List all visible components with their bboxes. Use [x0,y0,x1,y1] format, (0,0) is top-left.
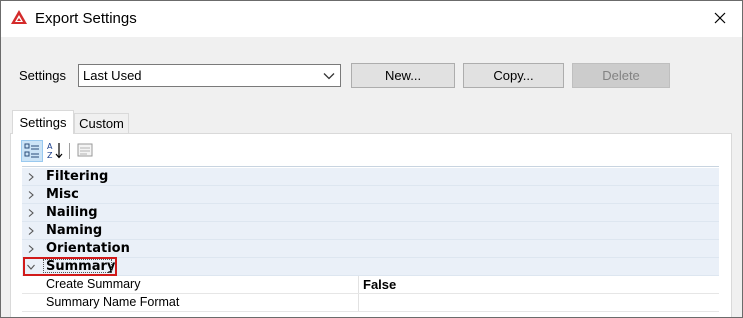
svg-text:Z: Z [47,151,53,160]
title-bar: Export Settings [1,1,742,37]
property-pages-icon [77,143,93,157]
chevron-right-icon[interactable] [26,244,36,254]
categorized-view-icon [24,143,39,158]
chevron-right-icon[interactable] [26,190,36,200]
property-value[interactable]: False [363,277,396,292]
settings-dropdown-value: Last Used [83,68,142,83]
new-button[interactable]: New... [351,63,455,88]
category-label: Filtering [46,169,109,184]
categorized-view-button[interactable] [21,140,43,162]
settings-dropdown[interactable]: Last Used [78,64,341,87]
property-row-create-summary[interactable]: Create Summary False [22,276,719,294]
alphabetical-sort-button[interactable]: A Z [45,140,67,162]
category-label: Summary [46,259,116,274]
category-label: Orientation [46,241,130,256]
delete-button[interactable]: Delete [572,63,670,88]
property-name: Create Summary [46,277,141,291]
category-label: Naming [46,223,103,238]
category-row-nailing[interactable]: Nailing [22,204,719,222]
property-grid: Filtering Misc Nailing Naming Orientatio [22,166,719,317]
alphabetical-sort-icon: A Z [47,142,63,160]
window-title: Export Settings [35,10,137,27]
category-row-misc[interactable]: Misc [22,186,719,204]
export-settings-window: Export Settings Settings Last Used New..… [0,0,743,318]
category-row-naming[interactable]: Naming [22,222,719,240]
toolbar-separator [69,143,70,159]
category-label: Misc [46,187,79,202]
category-row-filtering[interactable]: Filtering [22,168,719,186]
settings-label: Settings [19,68,66,83]
copy-button[interactable]: Copy... [463,63,564,88]
tab-settings[interactable]: Settings [12,110,74,134]
property-name: Summary Name Format [46,295,180,309]
tab-custom[interactable]: Custom [74,113,129,133]
column-divider [358,276,359,293]
chevron-right-icon[interactable] [26,226,36,236]
category-label: Nailing [46,205,98,220]
chevron-down-icon [323,73,335,80]
close-icon [714,12,726,24]
property-row-summary-name-format[interactable]: Summary Name Format [22,294,719,312]
app-logo-icon [11,10,27,24]
chevron-down-icon[interactable] [26,262,36,272]
property-grid-toolbar: A Z [21,140,721,164]
column-divider [358,294,359,311]
svg-text:A: A [47,142,53,151]
chevron-right-icon[interactable] [26,172,36,182]
property-pages-button[interactable] [75,140,97,162]
category-row-summary[interactable]: Summary [22,257,719,276]
close-button[interactable] [698,1,742,35]
category-row-orientation[interactable]: Orientation [22,240,719,258]
chevron-right-icon[interactable] [26,208,36,218]
